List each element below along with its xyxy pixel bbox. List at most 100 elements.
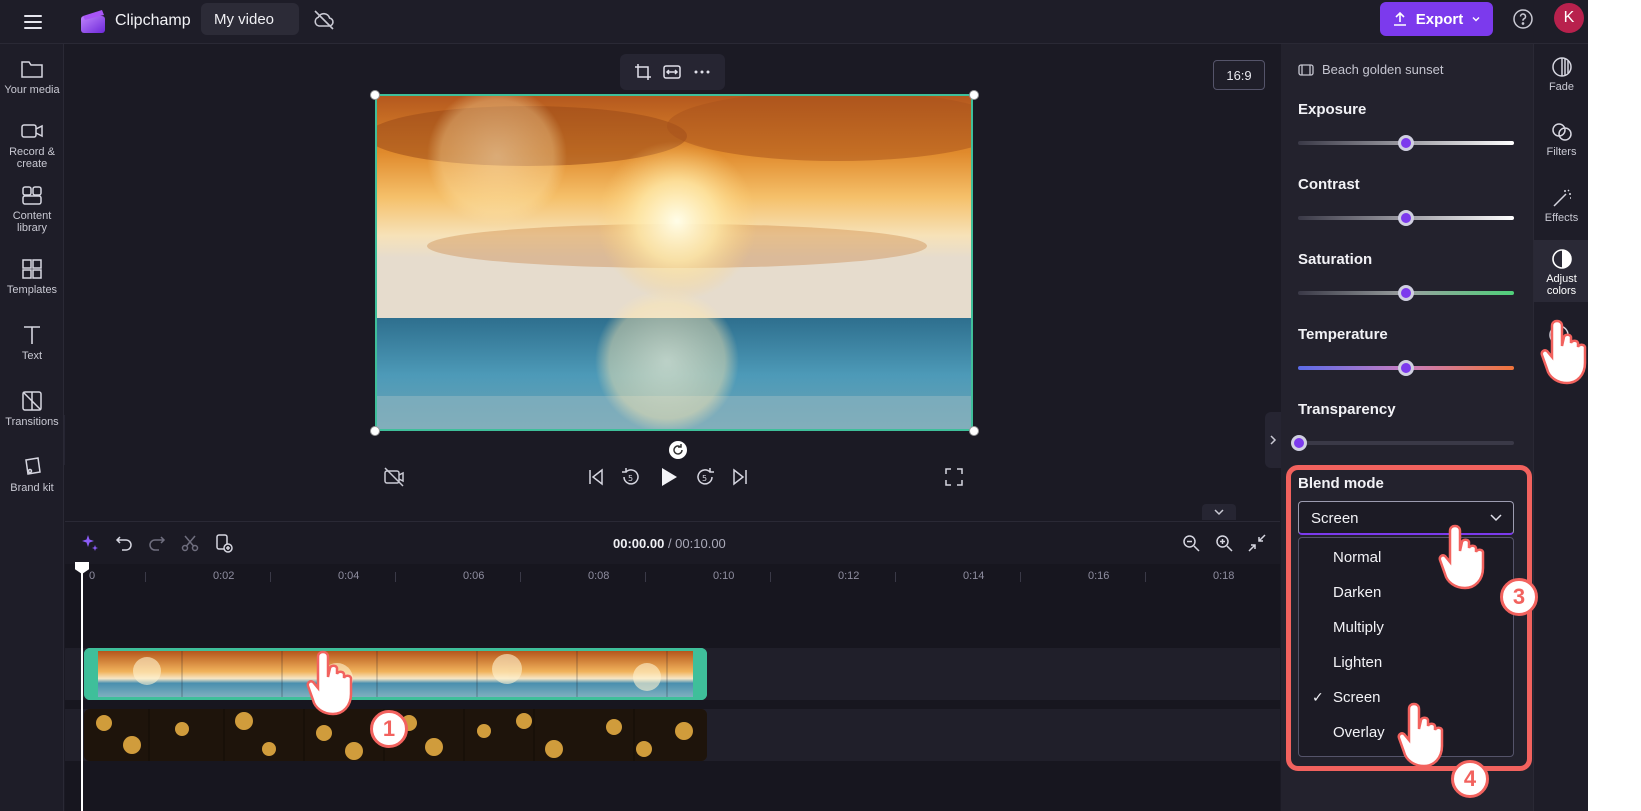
step-badge-1: 1 — [370, 710, 408, 748]
zoom-out-icon[interactable] — [1182, 534, 1200, 552]
contrast-label: Contrast — [1298, 176, 1360, 193]
ruler-label: 0:10 — [713, 570, 735, 582]
timeline-toolbar: 00:00.00 / 00:10.00 — [65, 522, 1280, 564]
fit-timeline-icon[interactable] — [1248, 534, 1266, 552]
crop-icon[interactable] — [634, 63, 652, 81]
step-badge-3: 3 — [1500, 578, 1538, 616]
resize-handle-bottom-right[interactable] — [969, 426, 979, 436]
playback-controls: 5 5 — [585, 462, 751, 492]
hand-cursor-icon — [1540, 319, 1587, 385]
collapse-right-panel-button[interactable] — [1265, 412, 1281, 468]
asset-name: Beach golden sunset — [1298, 62, 1443, 77]
blend-option-lighten[interactable]: Lighten — [1299, 646, 1513, 680]
sidebar-item-text[interactable]: Text — [0, 324, 64, 362]
camera-icon — [21, 124, 43, 138]
left-sidebar: Your media Record & create Content libra… — [0, 44, 64, 811]
rail-item-fade[interactable]: Fade — [1534, 56, 1588, 93]
sidebar-item-label: Text — [21, 350, 43, 362]
hand-cursor-icon — [1438, 524, 1485, 590]
add-to-timeline-icon[interactable] — [215, 533, 233, 553]
transparency-slider-thumb[interactable] — [1291, 435, 1307, 451]
ruler-label: 0:18 — [1213, 570, 1235, 582]
rail-item-label: Adjust colors — [1546, 273, 1577, 297]
saturation-label: Saturation — [1298, 251, 1373, 268]
sidebar-item-label: Templates — [6, 284, 58, 296]
rotate-handle-icon[interactable] — [668, 440, 688, 460]
magic-sparkle-icon[interactable] — [81, 534, 99, 552]
sidebar-item-label: Record & create — [9, 146, 55, 170]
undo-icon[interactable] — [115, 534, 133, 552]
project-name-field[interactable]: My video — [201, 3, 299, 35]
rail-item-filters[interactable]: Filters — [1534, 121, 1588, 158]
rail-item-adjust-colors[interactable]: Adjust colors — [1534, 240, 1588, 302]
contrast-slider-thumb[interactable] — [1398, 210, 1414, 226]
transparency-slider[interactable] — [1298, 441, 1514, 445]
sunset-video-clip[interactable] — [84, 648, 707, 700]
folder-icon — [21, 61, 43, 78]
ruler-label: 0:08 — [588, 570, 610, 582]
aspect-ratio-button[interactable]: 16:9 — [1213, 60, 1265, 90]
sidebar-item-your-media[interactable]: Your media — [0, 58, 64, 96]
sidebar-item-transitions[interactable]: Transitions — [0, 390, 64, 428]
more-options-icon[interactable] — [693, 63, 711, 81]
redo-icon[interactable] — [148, 534, 166, 552]
fit-icon[interactable] — [663, 63, 682, 81]
cloud-off-icon[interactable] — [312, 8, 336, 32]
sidebar-item-label: Brand kit — [10, 482, 54, 494]
upload-icon — [1393, 11, 1406, 26]
ruler-label: 0:16 — [1088, 570, 1110, 582]
menu-icon[interactable] — [22, 11, 44, 33]
resize-handle-top-right[interactable] — [969, 90, 979, 100]
hide-video-icon[interactable] — [383, 466, 405, 488]
skip-forward-icon[interactable] — [729, 466, 751, 488]
sunset-clip-thumbnails — [87, 651, 704, 697]
avatar[interactable]: K — [1554, 3, 1584, 33]
video-preview[interactable] — [375, 94, 973, 431]
exposure-slider-thumb[interactable] — [1398, 135, 1414, 151]
split-scissors-icon[interactable] — [181, 534, 199, 552]
sidebar-item-label: Content library — [12, 210, 52, 234]
clip-trim-handle-left[interactable] — [84, 648, 98, 700]
preview-area: 16:9 5 5 — [65, 44, 1280, 521]
resize-handle-bottom-left[interactable] — [370, 426, 380, 436]
temperature-slider-thumb[interactable] — [1398, 360, 1414, 376]
help-icon[interactable] — [1512, 8, 1534, 30]
skip-back-icon[interactable] — [585, 466, 607, 488]
zoom-in-icon[interactable] — [1215, 534, 1233, 552]
clip-trim-handle-right[interactable] — [693, 648, 707, 700]
current-time: 00:00.00 — [613, 536, 665, 551]
resize-handle-top-left[interactable] — [370, 90, 380, 100]
saturation-slider-thumb[interactable] — [1398, 285, 1414, 301]
timeline-ruler[interactable]: 0 0:02 0:04 0:06 0:08 0:10 0:12 0:14 0:1… — [65, 564, 1280, 586]
blend-option-multiply[interactable]: Multiply — [1299, 611, 1513, 645]
play-icon[interactable] — [655, 464, 681, 490]
exposure-label: Exposure — [1298, 101, 1367, 118]
rewind-5s-icon[interactable]: 5 — [619, 465, 643, 489]
ruler-label: 0:04 — [338, 570, 360, 582]
sidebar-item-brand-kit[interactable]: Brand kit — [0, 456, 64, 494]
ruler-label: 0:06 — [463, 570, 485, 582]
rail-item-effects[interactable]: Effects — [1534, 187, 1588, 224]
transparency-label: Transparency — [1298, 401, 1396, 418]
ruler-label: 0:02 — [213, 570, 235, 582]
playhead[interactable] — [81, 564, 83, 811]
adjust-colors-icon — [1551, 249, 1572, 269]
sidebar-item-record-create[interactable]: Record & create — [0, 120, 64, 170]
total-time: / 00:10.00 — [667, 536, 726, 551]
svg-text:5: 5 — [628, 474, 633, 483]
collapse-timeline-button[interactable] — [1202, 504, 1236, 520]
top-bar: Clipchamp My video Export K — [0, 0, 1588, 44]
sidebar-item-templates[interactable]: Templates — [0, 258, 64, 296]
rail-item-label: Filters — [1546, 146, 1577, 158]
export-button[interactable]: Export — [1380, 2, 1493, 36]
temperature-label: Temperature — [1298, 326, 1388, 343]
fade-icon — [1551, 57, 1572, 77]
sidebar-item-content-library[interactable]: Content library — [0, 184, 64, 234]
clipchamp-logo — [81, 10, 105, 33]
asset-name-text: Beach golden sunset — [1322, 62, 1444, 77]
chevron-down-icon — [1214, 509, 1224, 516]
hand-cursor-icon — [306, 650, 353, 716]
fullscreen-icon[interactable] — [943, 466, 965, 488]
forward-5s-icon[interactable]: 5 — [693, 465, 717, 489]
film-icon — [1298, 63, 1314, 76]
